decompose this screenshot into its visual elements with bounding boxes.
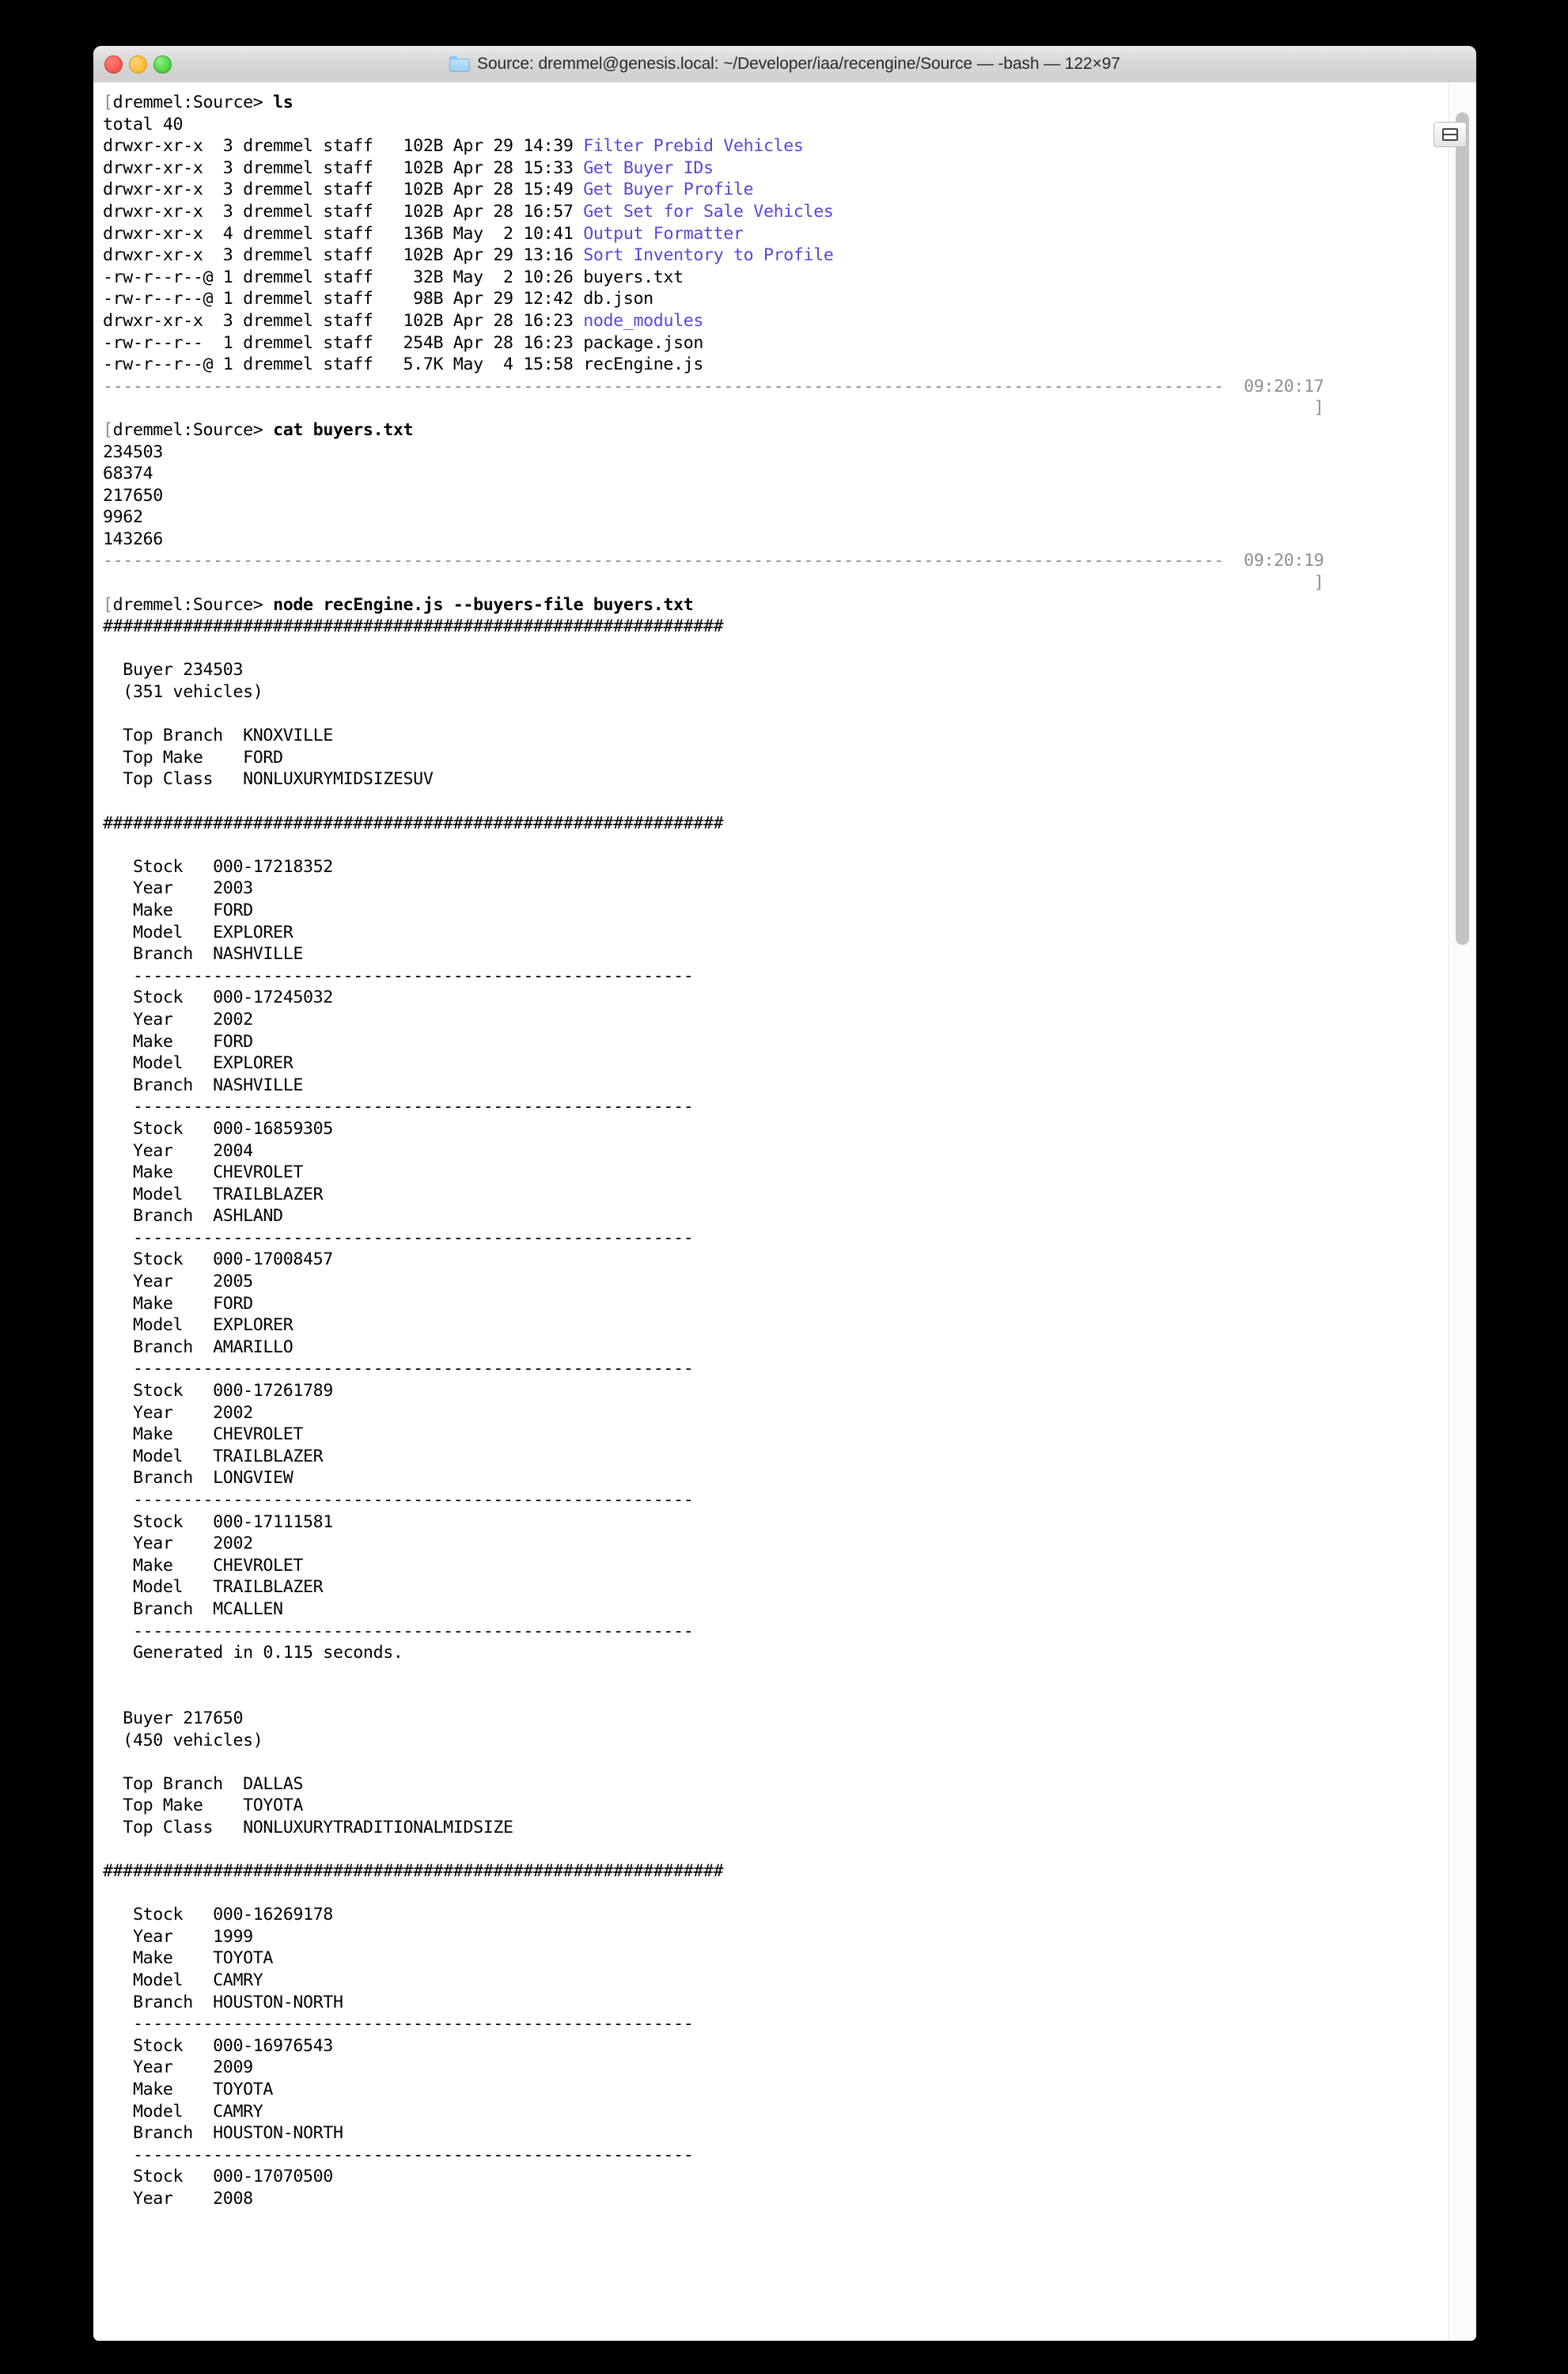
title-bar[interactable]: Source: dremmel@genesis.local: ~/Develop… [93, 46, 1476, 83]
window-title: Source: dremmel@genesis.local: ~/Develop… [477, 55, 1120, 73]
split-pane-glyph [1442, 128, 1458, 141]
minimize-button[interactable] [129, 55, 147, 74]
scrollbar-track[interactable] [1449, 82, 1476, 2341]
terminal-scroll-region[interactable]: [dremmel:Source> ls total 40 drwxr-xr-x … [93, 82, 1449, 2341]
split-pane-icon[interactable] [1434, 122, 1467, 147]
folder-icon [449, 56, 471, 72]
close-button[interactable] [104, 55, 123, 74]
window-controls[interactable] [104, 46, 172, 82]
terminal-output[interactable]: [dremmel:Source> ls total 40 drwxr-xr-x … [93, 82, 1449, 2210]
scrollbar-thumb[interactable] [1456, 112, 1469, 945]
terminal-body[interactable]: [dremmel:Source> ls total 40 drwxr-xr-x … [93, 82, 1476, 2341]
maximize-button[interactable] [153, 55, 172, 74]
terminal-window[interactable]: Source: dremmel@genesis.local: ~/Develop… [93, 46, 1476, 2341]
